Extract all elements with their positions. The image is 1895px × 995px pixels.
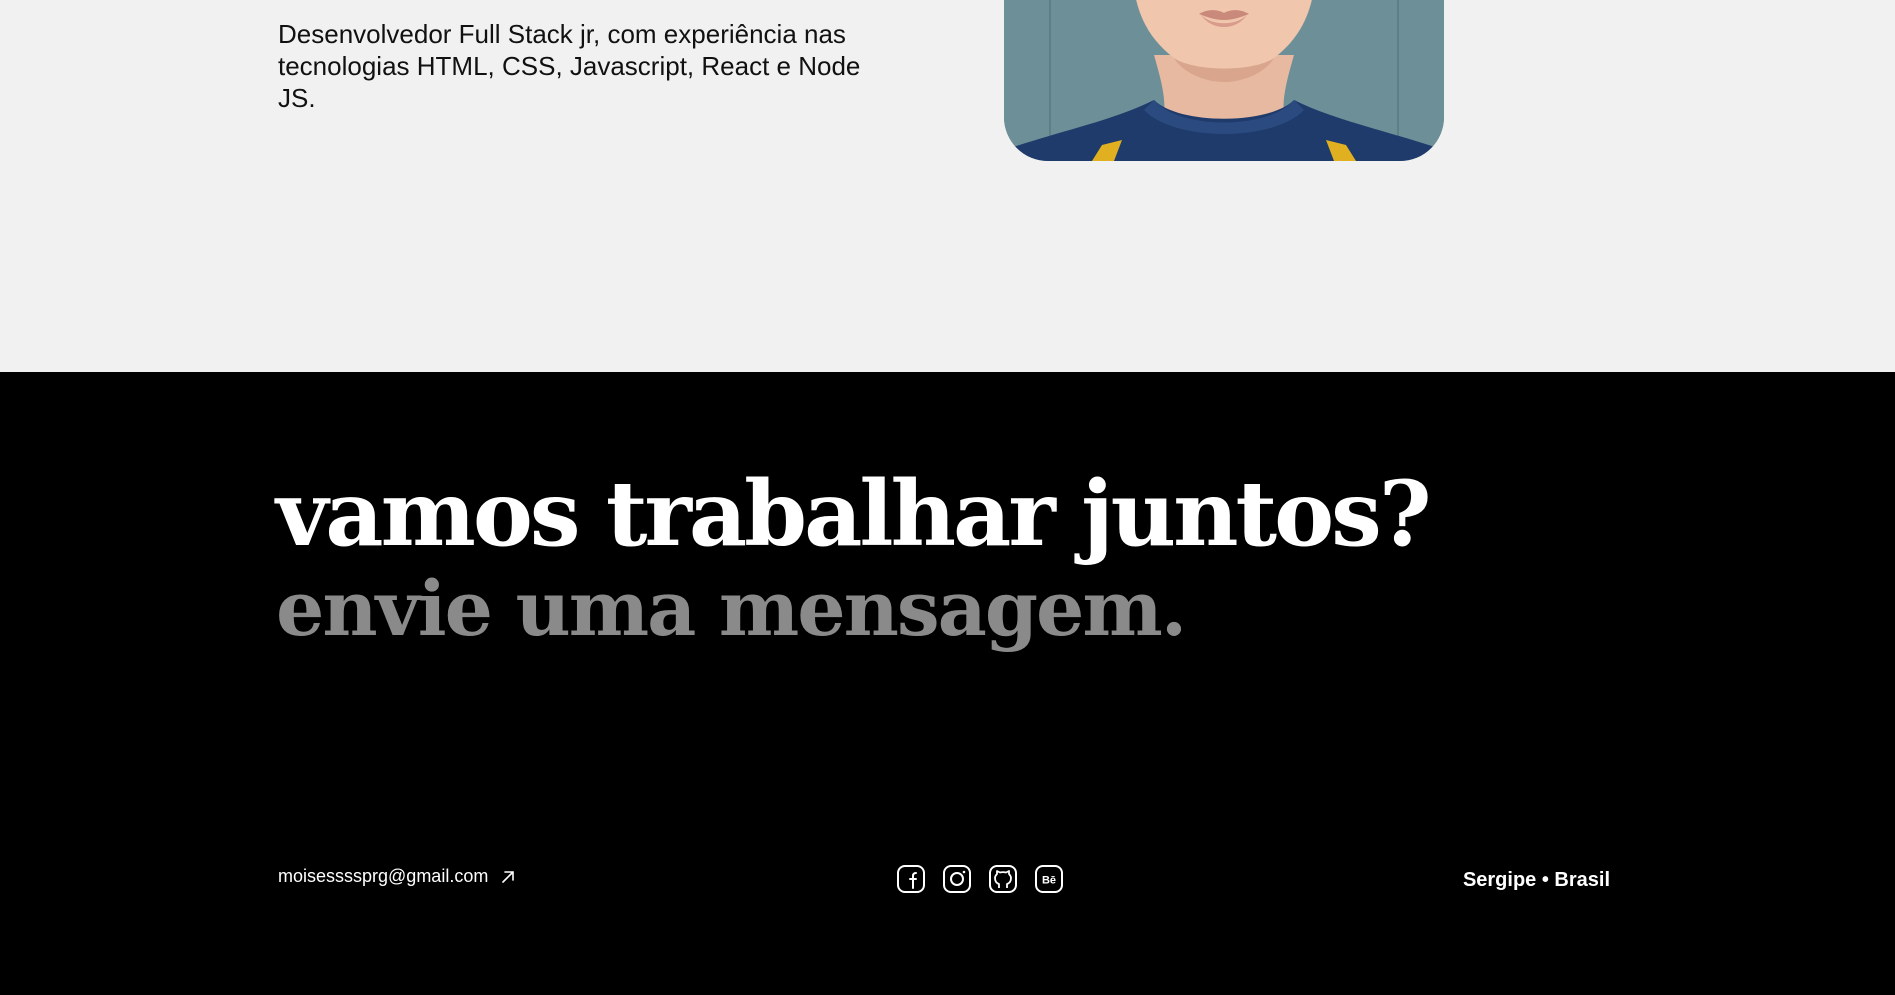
- svg-text:Bē: Bē: [1042, 875, 1056, 887]
- contact-headline: vamos trabalhar juntos?: [276, 461, 1432, 567]
- github-icon[interactable]: [988, 864, 1018, 894]
- social-links: Bē: [896, 864, 1064, 894]
- about-description: Desenvolvedor Full Stack jr, com experiê…: [278, 19, 861, 113]
- profile-portrait: [1004, 0, 1444, 161]
- about-section: Desenvolvedor Full Stack jr, com experiê…: [0, 0, 1895, 372]
- behance-icon[interactable]: Bē: [1034, 864, 1064, 894]
- location-label: Sergipe • Brasil: [1462, 869, 1610, 891]
- contact-section: vamos trabalhar juntos? envie uma mensag…: [0, 372, 1895, 995]
- instagram-icon[interactable]: [942, 864, 972, 894]
- email-address: moisessssprg@gmail.com: [278, 866, 489, 886]
- arrow-up-right-icon: [500, 869, 516, 885]
- facebook-icon[interactable]: [896, 864, 926, 894]
- email-link[interactable]: moisessssprg@gmail.com: [278, 866, 516, 887]
- contact-subheadline: envie uma mensagem.: [276, 564, 1187, 653]
